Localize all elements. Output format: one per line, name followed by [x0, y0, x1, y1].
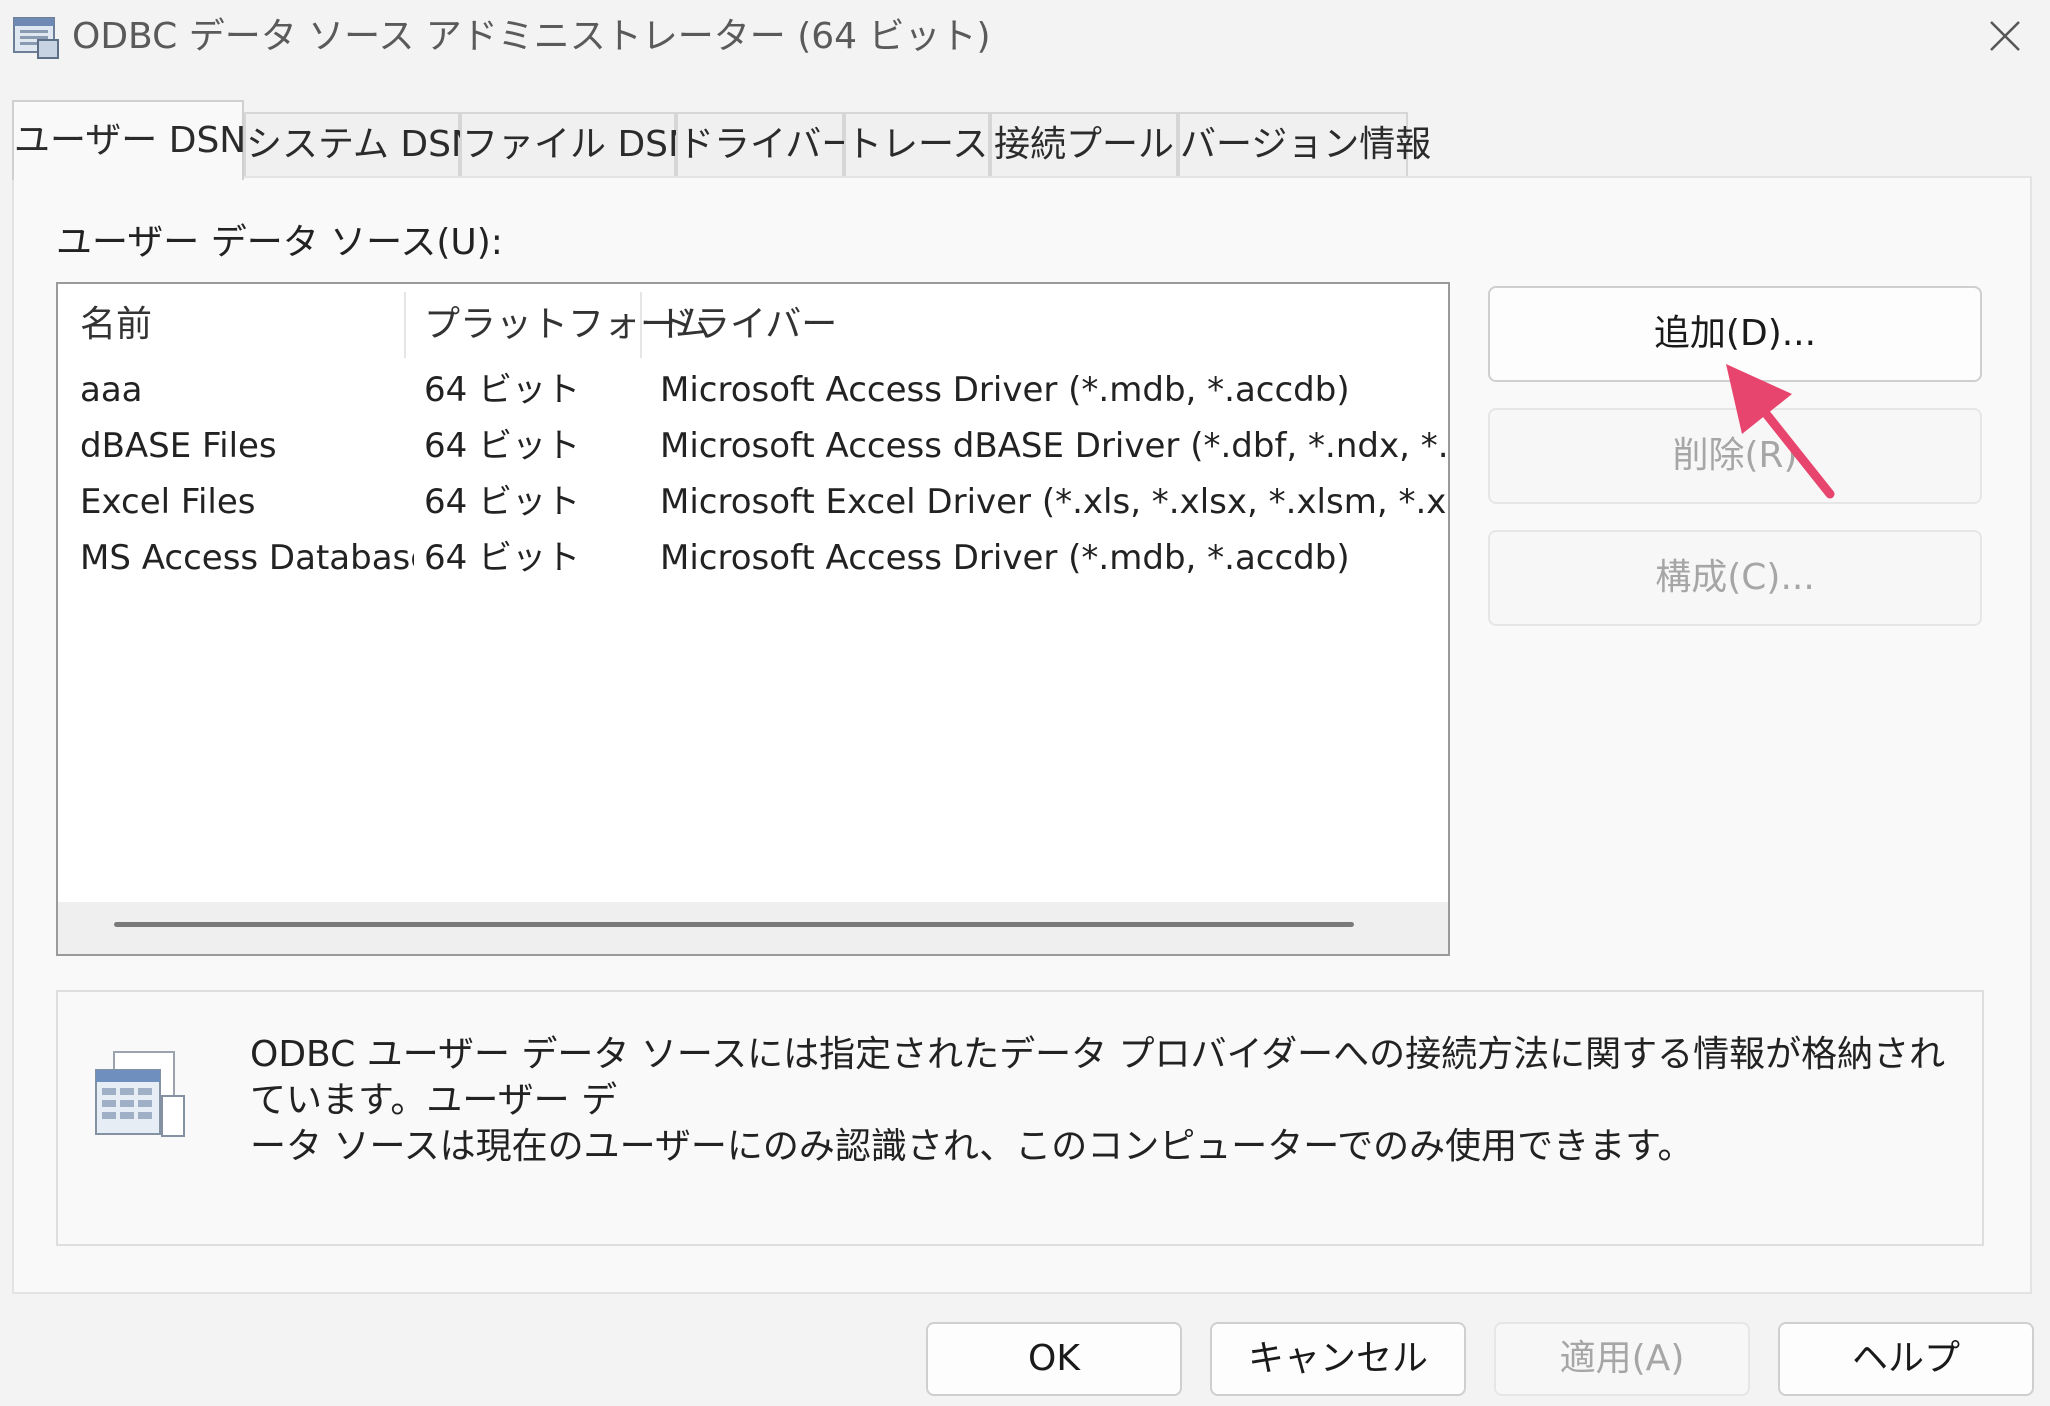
tab-tracing[interactable]: トレース	[844, 112, 990, 176]
tab-drivers[interactable]: ドライバー	[676, 112, 857, 176]
row-name: MS Access Database	[80, 538, 414, 578]
apply-button[interactable]: 適用(A)	[1494, 1322, 1750, 1396]
close-icon	[1987, 18, 2023, 58]
cancel-button[interactable]: キャンセル	[1210, 1322, 1466, 1396]
row-driver: Microsoft Access Driver (*.mdb, *.accdb)	[660, 538, 1350, 578]
tab-about[interactable]: バージョン情報	[1178, 112, 1431, 176]
help-button[interactable]: ヘルプ	[1778, 1322, 2034, 1396]
close-button[interactable]	[1970, 10, 2040, 66]
data-source-info-icon	[92, 1048, 192, 1148]
row-driver: Microsoft Excel Driver (*.xls, *.xlsx, *…	[660, 482, 1446, 522]
row-platform: 64 ビット	[424, 426, 581, 466]
row-name: Excel Files	[80, 482, 256, 522]
tab-file-dsn[interactable]: ファイル DSN	[460, 112, 695, 176]
tab-connection-pooling[interactable]: 接続プール	[990, 112, 1178, 176]
window-title: ODBC データ ソース アドミニストレーター (64 ビット)	[72, 16, 991, 57]
odbc-app-icon	[12, 14, 60, 60]
row-name: dBASE Files	[80, 426, 277, 466]
row-platform: 64 ビット	[424, 538, 581, 578]
annotation-arrow-icon	[1700, 350, 1860, 510]
description-line: ータ ソースは現在のユーザーにのみ認識され、このコンピューターでのみ使用できます…	[250, 1126, 1694, 1167]
row-platform: 64 ビット	[424, 370, 581, 410]
row-platform: 64 ビット	[424, 482, 581, 522]
description-text: ODBC ユーザー データ ソースには指定されたデータ プロバイダーへの接続方法…	[250, 1032, 1950, 1170]
scrollbar-thumb[interactable]	[114, 922, 1354, 927]
row-name: aaa	[80, 370, 143, 410]
tab-user-dsn[interactable]: ユーザー DSN	[12, 100, 246, 180]
description-line: ODBC ユーザー データ ソースには指定されたデータ プロバイダーへの接続方法…	[250, 1034, 1946, 1121]
row-driver: Microsoft Access dBASE Driver (*.dbf, *.…	[660, 426, 1446, 466]
tab-system-dsn[interactable]: システム DSN	[244, 112, 478, 176]
column-header-platform[interactable]: プラットフォーム	[424, 290, 711, 360]
user-data-sources-label: ユーザー データ ソース(U):	[56, 222, 503, 263]
row-driver: Microsoft Access Driver (*.mdb, *.accdb)	[660, 370, 1350, 410]
column-header-name[interactable]: 名前	[80, 290, 400, 360]
column-separator[interactable]	[404, 292, 406, 358]
horizontal-scrollbar[interactable]	[58, 902, 1448, 954]
ok-button[interactable]: OK	[926, 1322, 1182, 1396]
column-separator[interactable]	[640, 292, 642, 358]
configure-button[interactable]: 構成(C)...	[1488, 530, 1982, 626]
column-header-driver[interactable]: ドライバー	[658, 290, 958, 360]
